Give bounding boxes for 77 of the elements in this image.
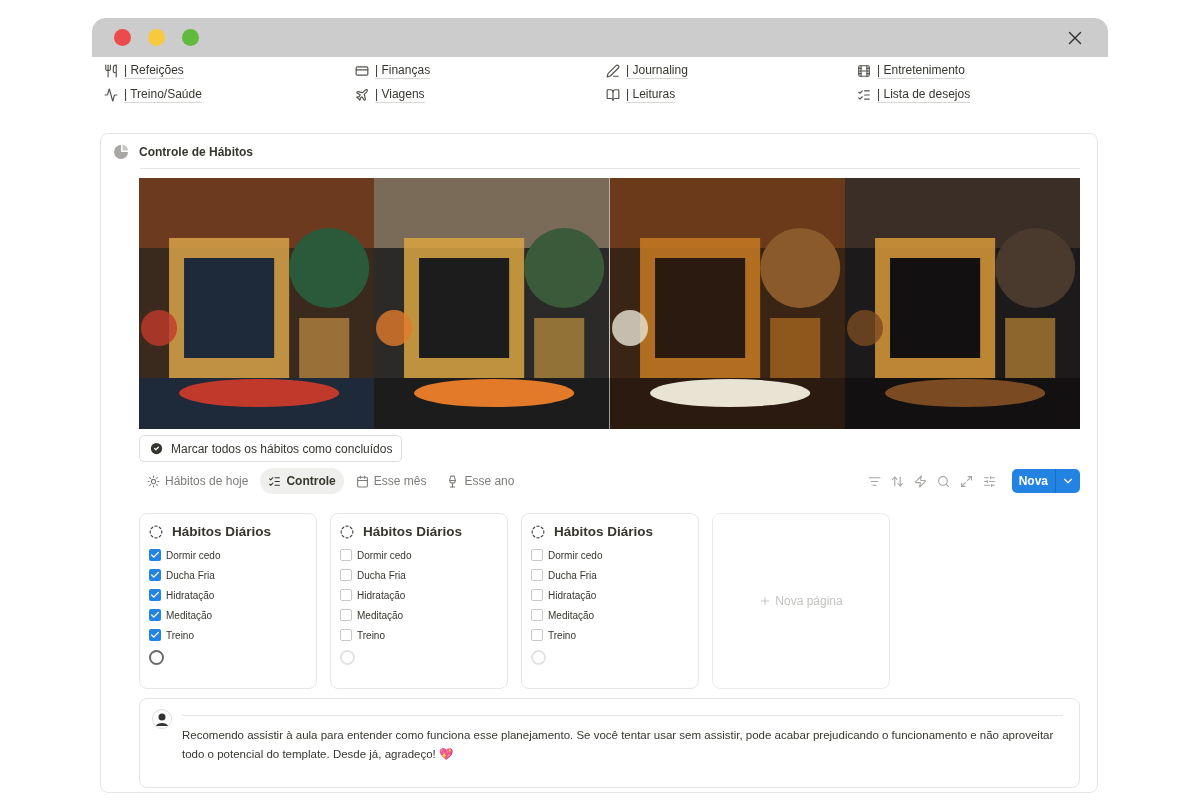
- habit-label: Dormir cedo: [548, 549, 603, 561]
- checkbox[interactable]: [340, 549, 352, 561]
- checkbox[interactable]: [149, 569, 161, 581]
- habit-label: Dormir cedo: [357, 549, 412, 561]
- checkbox[interactable]: [340, 569, 352, 581]
- tab-icon: [355, 474, 369, 488]
- plus-icon: [759, 595, 772, 607]
- link-icon: [606, 64, 620, 78]
- habit-label: Ducha Fria: [357, 569, 406, 581]
- habit-card[interactable]: Hábitos Diários Dormir cedo Ducha Fria Hidratação Meditação Treino: [521, 513, 699, 689]
- section-title: Controle de Hábitos: [139, 145, 253, 159]
- link-icon: [355, 64, 369, 78]
- habit-label: Hidratação: [166, 589, 215, 601]
- page-link[interactable]: | Lista de desejos: [857, 87, 1108, 103]
- checkbox[interactable]: [531, 549, 543, 561]
- checkbox[interactable]: [340, 609, 352, 621]
- window-control[interactable]: [182, 29, 199, 46]
- habit-label: Meditação: [357, 609, 404, 621]
- check-circle-icon: [149, 441, 164, 456]
- checkbox[interactable]: [531, 589, 543, 601]
- sort-icon[interactable]: [890, 474, 904, 488]
- comment-text: Recomendo assistir à aula para entender como funciona esse planejamento. Se você tentar usar sem assistir, pode acabar prejudicando o funcionamento e não aproveitar todo o potencial do template. Desde já, agradeço! 💖: [182, 715, 1063, 777]
- checkbox[interactable]: [149, 589, 161, 601]
- habit-label: Meditação: [548, 609, 595, 621]
- page-link[interactable]: | Viagens: [355, 87, 606, 103]
- page-link[interactable]: | Finanças: [355, 63, 606, 79]
- checkbox[interactable]: [531, 609, 543, 621]
- link-icon: [857, 88, 871, 102]
- link-icon: [104, 64, 118, 78]
- habit-card[interactable]: Hábitos Diários Dormir cedo Ducha Fria Hidratação Meditação Treino: [330, 513, 508, 689]
- habit-label: Hidratação: [357, 589, 406, 601]
- page-link[interactable]: | Refeições: [104, 63, 355, 79]
- tab-icon: [147, 474, 160, 488]
- checkbox[interactable]: [340, 589, 352, 601]
- habit-label: Treino: [166, 629, 194, 641]
- habit-label: Ducha Fria: [548, 569, 597, 581]
- habit-label: Meditação: [166, 609, 213, 621]
- card-title: Hábitos Diários: [172, 524, 272, 539]
- page-link[interactable]: | Leituras: [606, 87, 857, 103]
- habit-label: Dormir cedo: [166, 549, 221, 561]
- view-tab[interactable]: Esse ano: [438, 468, 523, 494]
- view-tab[interactable]: Hábitos de hoje: [139, 468, 257, 494]
- habit-label: Ducha Fria: [166, 569, 215, 581]
- expand-icon[interactable]: [959, 474, 973, 488]
- card-title: Hábitos Diários: [363, 524, 463, 539]
- habit-label: Treino: [357, 629, 385, 641]
- dashed-circle-icon: [531, 524, 545, 539]
- habit-label: Hidratação: [548, 589, 597, 601]
- checkbox[interactable]: [149, 549, 161, 561]
- page-link[interactable]: | Treino/Saúde: [104, 87, 355, 103]
- window-control[interactable]: [114, 29, 131, 46]
- search-icon[interactable]: [936, 474, 950, 488]
- checkbox[interactable]: [149, 629, 161, 641]
- view-tab[interactable]: Esse mês: [347, 468, 435, 494]
- pie-icon: [113, 144, 129, 160]
- lightning-icon[interactable]: [913, 474, 927, 488]
- dashed-circle-icon: [340, 524, 354, 539]
- checkbox[interactable]: [149, 609, 161, 621]
- avatar-icon: [152, 709, 172, 729]
- habit-label: Treino: [548, 629, 576, 641]
- link-icon: [355, 88, 369, 102]
- link-icon: [857, 64, 871, 78]
- settings-icon[interactable]: [982, 474, 996, 488]
- page-link[interactable]: | Entretenimento: [857, 63, 1108, 79]
- dashed-circle-icon: [149, 524, 163, 539]
- page-link[interactable]: | Journaling: [606, 63, 857, 79]
- link-icon: [606, 88, 620, 102]
- view-tab[interactable]: Controle: [260, 468, 344, 494]
- checkbox[interactable]: [340, 629, 352, 641]
- link-icon: [104, 88, 118, 102]
- filter-icon[interactable]: [867, 474, 881, 488]
- habit-card[interactable]: Hábitos Diários Dormir cedo Ducha Fria Hidratação Meditação Treino: [139, 513, 317, 689]
- checkbox[interactable]: [531, 629, 543, 641]
- tab-icon: [268, 474, 282, 488]
- checkbox[interactable]: [531, 569, 543, 581]
- card-title: Hábitos Diários: [554, 524, 654, 539]
- mark-all-button[interactable]: Marcar todos os hábitos como concluídos: [139, 435, 403, 462]
